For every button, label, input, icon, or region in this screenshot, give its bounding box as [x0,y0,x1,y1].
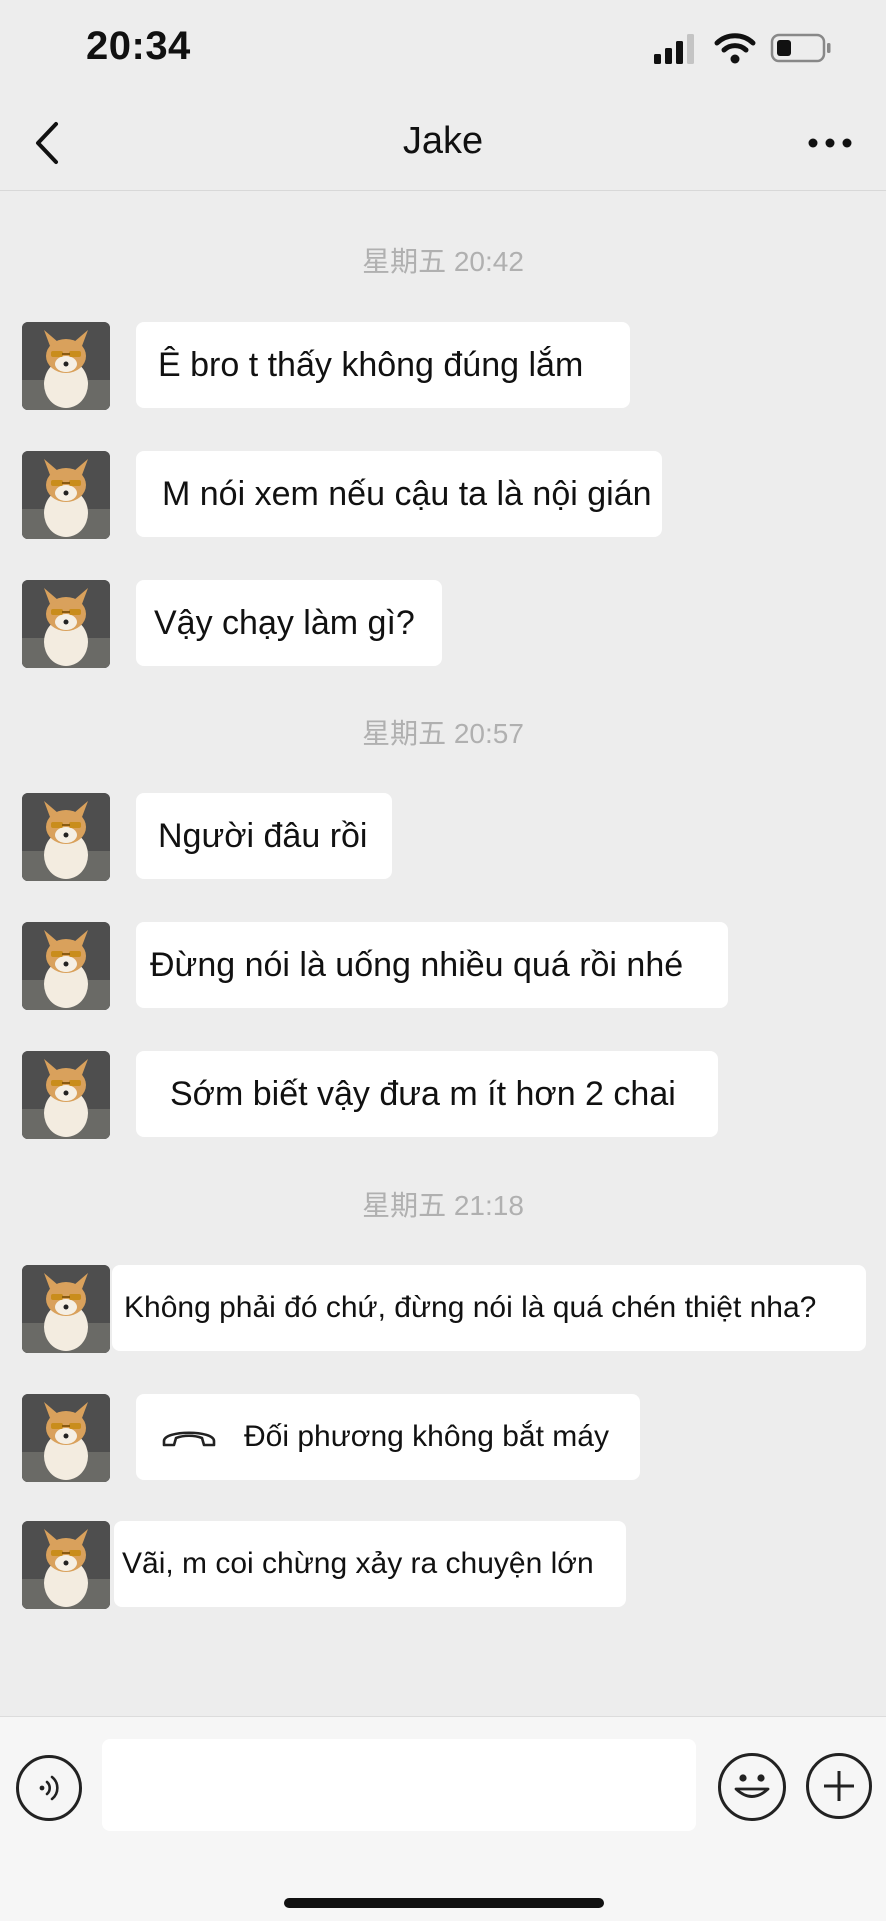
message-text: Đối phương không bắt máy [244,1420,609,1453]
message-text: M nói xem nếu cậu ta là nội gián [162,474,652,513]
message-bubble[interactable]: Không phải đó chứ, đừng nói là quá chén … [112,1265,866,1351]
avatar[interactable] [22,1394,110,1482]
message-bubble[interactable]: Người đâu rồi [136,793,392,879]
message-row: Vậy chạy làm gì? [0,580,886,670]
voice-input-button[interactable] [16,1755,82,1821]
message-text: Đừng nói là uống nhiều quá rồi nhé [150,945,684,984]
message-text: Sớm biết vậy đưa m ít hơn 2 chai [170,1074,676,1113]
avatar[interactable] [22,1265,110,1353]
chat-area[interactable]: 星期五 20:42 Ê bro t thấy không đúng lắm M … [0,191,886,1716]
message-row: Vãi, m coi chừng xảy ra chuyện lớn [0,1521,886,1611]
avatar[interactable] [22,1521,110,1609]
message-row: Đừng nói là uống nhiều quá rồi nhé [0,922,886,1012]
wifi-icon [714,32,756,69]
message-row: Người đâu rồi [0,793,886,883]
message-text: Vãi, m coi chừng xảy ra chuyện lớn [122,1547,594,1580]
message-bubble[interactable]: Đừng nói là uống nhiều quá rồi nhé [136,922,728,1008]
battery-icon [770,32,832,69]
smiley-icon [734,1774,770,1798]
signal-icon [654,32,700,69]
message-row: M nói xem nếu cậu ta là nội gián [0,451,886,541]
message-text: Không phải đó chứ, đừng nói là quá chén … [124,1291,817,1324]
message-bubble[interactable]: M nói xem nếu cậu ta là nội gián [136,451,662,537]
page-title: Jake [402,120,484,162]
message-bubble[interactable]: Sớm biết vậy đưa m ít hơn 2 chai [136,1051,718,1137]
avatar[interactable] [22,922,110,1010]
message-text: Ê bro t thấy không đúng lắm [158,345,584,384]
hang-up-phone-icon [160,1424,218,1450]
avatar[interactable] [22,580,110,668]
avatar[interactable] [22,1051,110,1139]
status-bar: 20:34 [0,0,886,100]
message-row: Không phải đó chứ, đừng nói là quá chén … [0,1265,886,1355]
nav-bar: Jake [0,100,886,191]
call-record-bubble[interactable]: Đối phương không bắt máy [136,1394,640,1480]
message-bubble[interactable]: Vậy chạy làm gì? [136,580,442,666]
message-row: Đối phương không bắt máy [0,1394,886,1484]
timestamp-separator: 星期五 20:42 [362,246,524,277]
avatar[interactable] [22,793,110,881]
message-row: Ê bro t thấy không đúng lắm [0,322,886,412]
more-button[interactable] [800,118,860,168]
message-text: Người đâu rồi [158,816,368,855]
status-icons [654,30,832,70]
avatar[interactable] [22,451,110,539]
avatar[interactable] [22,322,110,410]
emoji-button[interactable] [718,1753,786,1821]
home-indicator[interactable] [284,1898,604,1908]
voice-icon [39,1775,59,1801]
plus-icon [824,1771,854,1801]
message-text: Vậy chạy làm gì? [154,603,415,642]
message-input[interactable] [102,1739,696,1831]
status-time: 20:34 [86,24,191,68]
timestamp-separator: 星期五 21:18 [362,1190,524,1221]
message-row: Sớm biết vậy đưa m ít hơn 2 chai [0,1051,886,1141]
more-dots-icon [808,138,852,148]
message-bubble[interactable]: Vãi, m coi chừng xảy ra chuyện lớn [114,1521,626,1607]
message-bubble[interactable]: Ê bro t thấy không đúng lắm [136,322,630,408]
more-functions-button[interactable] [806,1753,872,1819]
timestamp-separator: 星期五 20:57 [362,718,524,749]
input-bar [0,1716,886,1921]
